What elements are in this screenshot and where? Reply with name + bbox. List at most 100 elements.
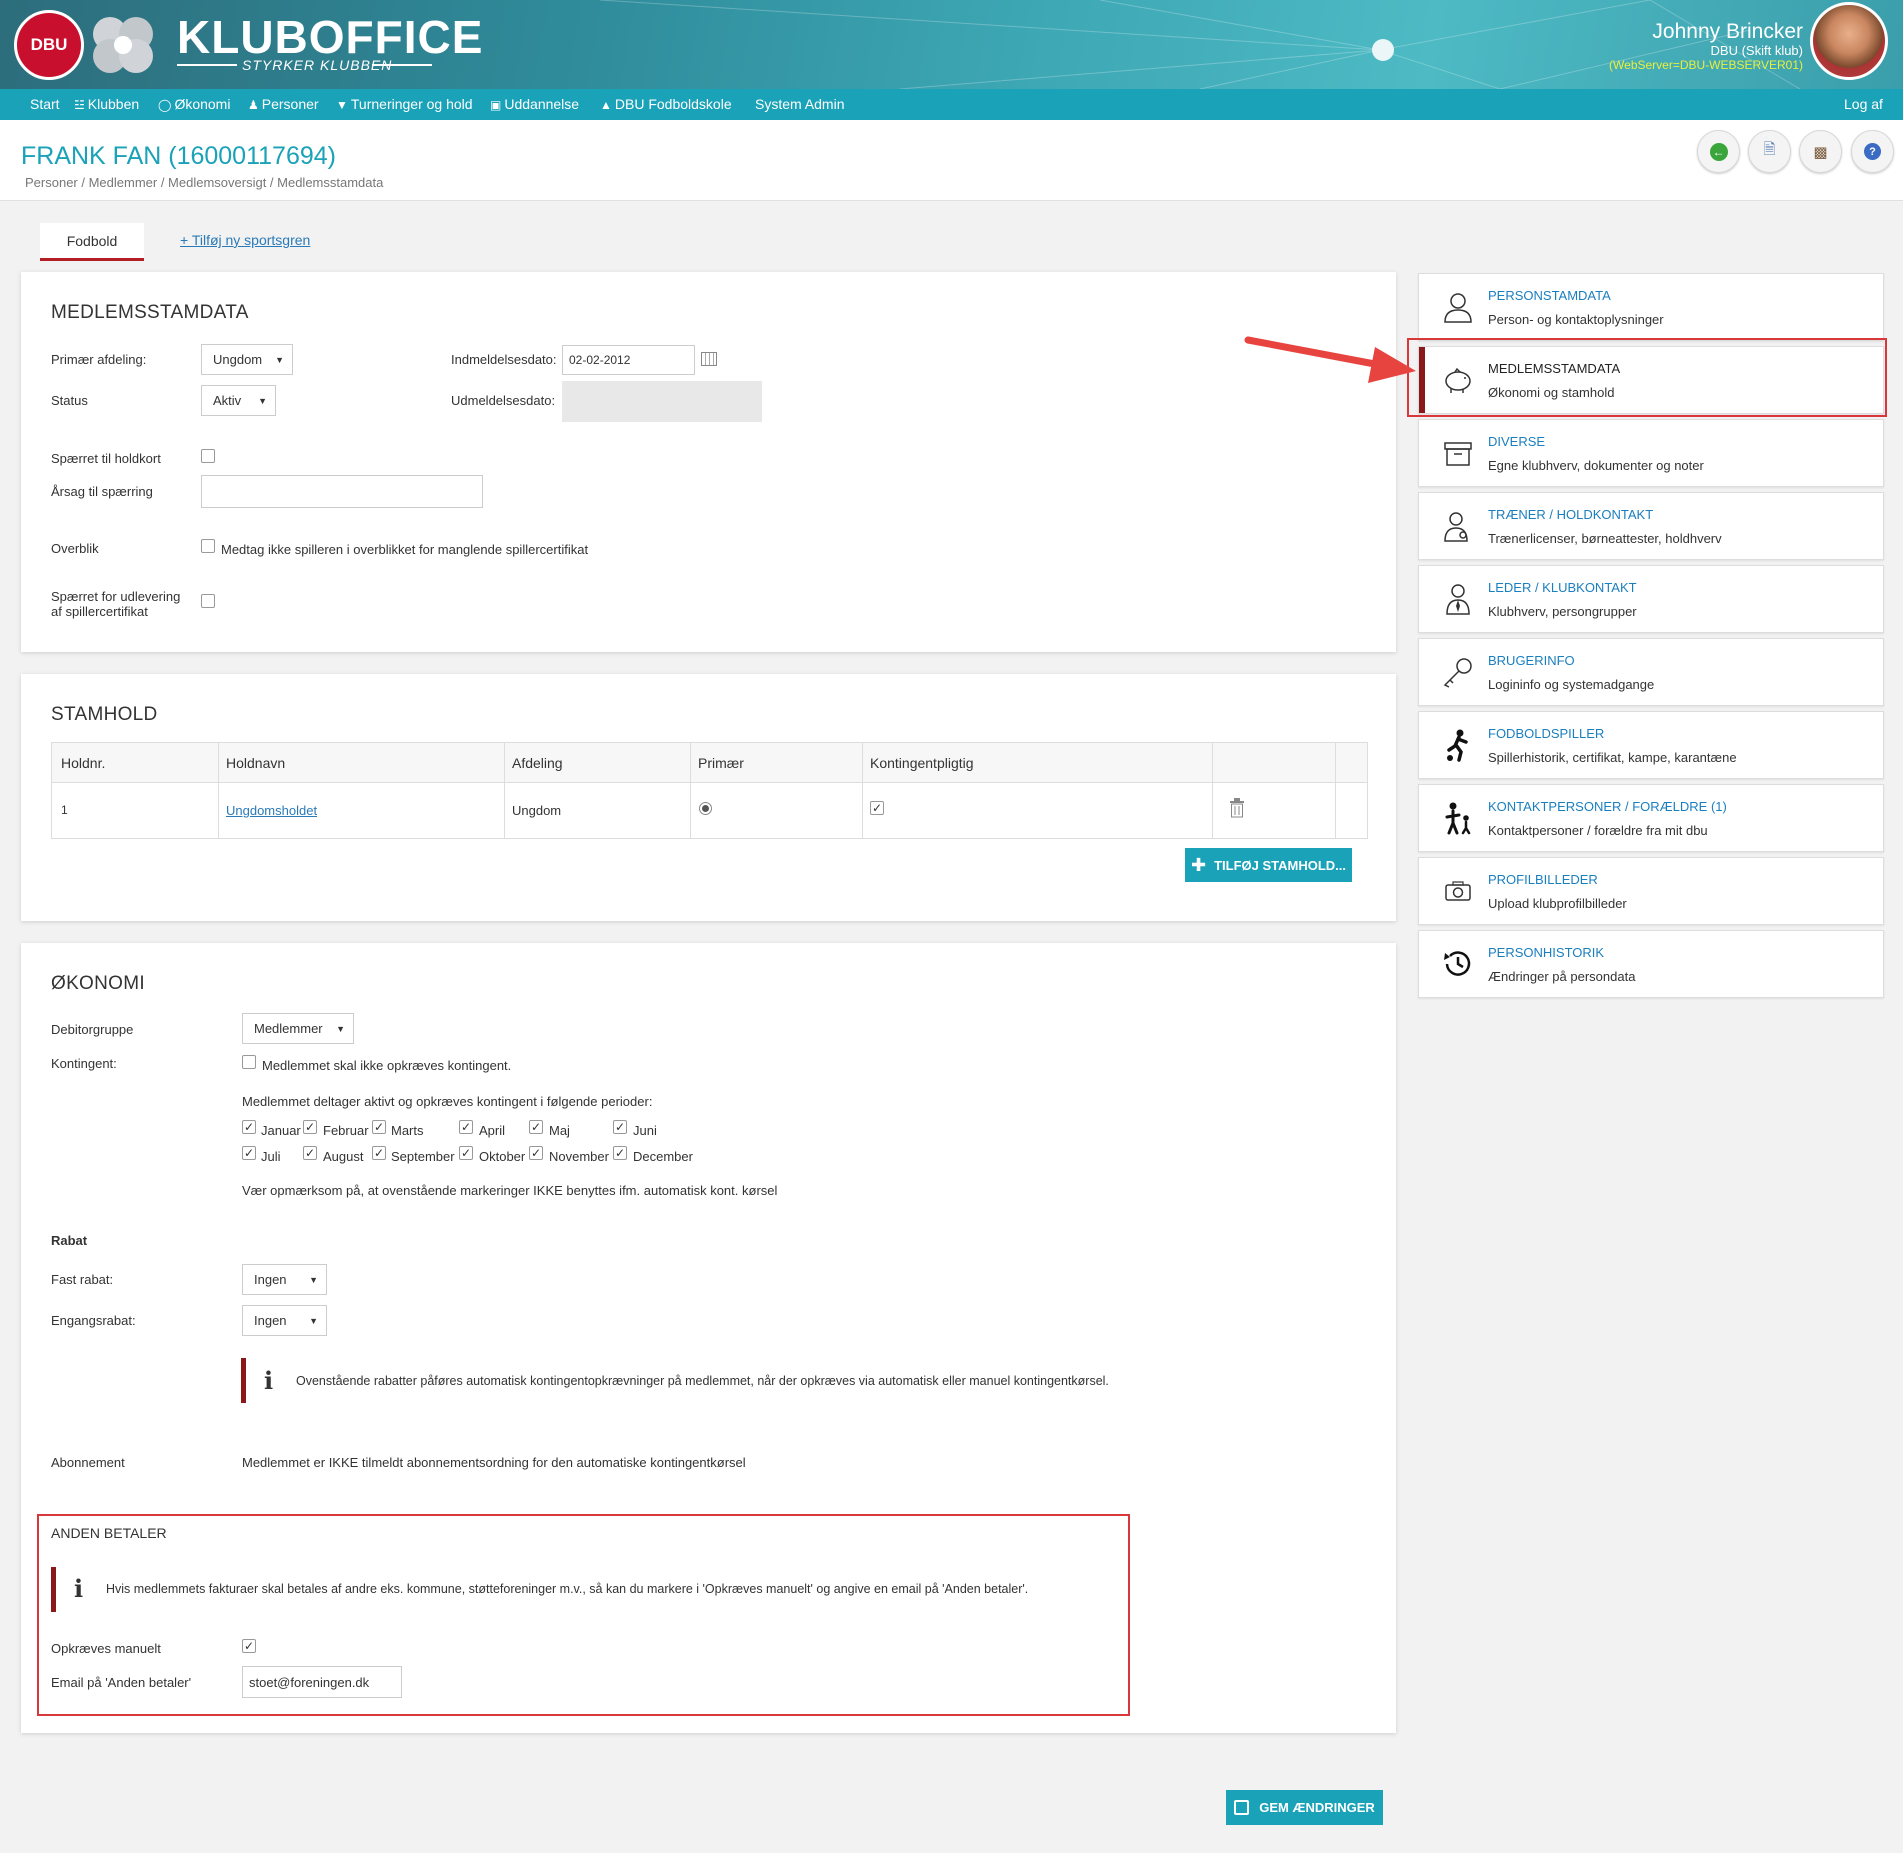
parent-child-icon — [1445, 802, 1471, 835]
sidebar-item-personstamdata[interactable]: PERSONSTAMDATA Person- og kontaktoplysni… — [1418, 273, 1884, 341]
col-holdnr: Holdnr. — [61, 755, 106, 771]
sidebar-item-brugerinfo[interactable]: BRUGERINFO Logininfo og systemadgange — [1418, 638, 1884, 706]
sidebar-item-traener[interactable]: TRÆNER / HOLDKONTAKT Trænerlicenser, bør… — [1418, 492, 1884, 560]
switch-club-link[interactable]: DBU (Skift klub) — [1711, 43, 1803, 58]
app-brand: KLUBOFFICE — [177, 11, 484, 63]
stamhold-table: Holdnr. Holdnavn Afdeling Primær Konting… — [51, 742, 1368, 839]
rabat-info-text: Ovenstående rabatter påføres automatisk … — [296, 1374, 1109, 1388]
calendar-icon[interactable] — [701, 352, 717, 366]
main-navigation: Start ☳ Klubben ◯ Økonomi ♟ Personer ▼ Turne… — [0, 89, 1903, 120]
sidebar-item-profilbilleder[interactable]: PROFILBILLEDER Upload klubprofilbilleder — [1418, 857, 1884, 925]
col-afdeling: Afdeling — [512, 755, 563, 771]
row-afdeling: Ungdom — [512, 803, 562, 818]
breadcrumb[interactable]: Personer / Medlemmer / Medlemsoversigt /… — [25, 175, 383, 190]
month-checkbox[interactable]: ✓ — [529, 1120, 543, 1134]
join-date-input[interactable]: 02-02-2012 — [562, 345, 695, 375]
email-label: Email på 'Anden betaler' — [51, 1675, 192, 1690]
app-tagline: STYRKER KLUBBEN — [242, 57, 393, 73]
month-checkbox[interactable]: ✓ — [372, 1146, 386, 1160]
person-icon — [1444, 293, 1472, 323]
month-checkbox[interactable]: ✓ — [459, 1146, 473, 1160]
trash-icon[interactable] — [1229, 798, 1245, 818]
camera-icon — [1445, 881, 1471, 901]
trophy-icon: ▼ — [336, 98, 348, 112]
month-checkbox[interactable]: ✓ — [529, 1146, 543, 1160]
history-icon — [1444, 951, 1471, 976]
add-stamhold-button[interactable]: ✚ TILFØJ STAMHOLD... — [1185, 848, 1352, 882]
person-icon: ♟ — [248, 98, 259, 112]
logout-link[interactable]: Log af — [1844, 89, 1883, 120]
status-select[interactable]: Aktiv ▼ — [201, 385, 276, 416]
cert-block-checkbox[interactable] — [201, 594, 215, 608]
month-label: Maj — [549, 1123, 570, 1138]
block-checkbox[interactable] — [201, 449, 215, 463]
nav-personer[interactable]: ♟ Personer — [248, 89, 319, 120]
board-icon: ▣ — [490, 98, 502, 112]
print-button[interactable]: ▩ — [1799, 130, 1842, 173]
document-button[interactable]: 🗎 — [1748, 130, 1791, 173]
abonnement-text: Medlemmet er IKKE tilmeldt abonnementsor… — [242, 1455, 746, 1470]
primary-dept-select[interactable]: Ungdom ▼ — [201, 344, 293, 375]
month-checkbox[interactable]: ✓ — [613, 1120, 627, 1134]
debitor-select[interactable]: Medlemmer ▼ — [242, 1013, 354, 1044]
overview-label: Overblik — [51, 541, 99, 556]
month-checkbox[interactable]: ✓ — [459, 1120, 473, 1134]
nav-start[interactable]: Start — [30, 89, 60, 120]
month-checkbox[interactable]: ✓ — [242, 1146, 256, 1160]
user-avatar[interactable] — [1810, 2, 1888, 80]
team-link[interactable]: Ungdomsholdet — [226, 803, 317, 818]
floppy-icon — [1234, 1800, 1250, 1815]
nav-system-admin[interactable]: System Admin — [755, 89, 844, 120]
col-holdnavn: Holdnavn — [226, 755, 286, 771]
month-checkbox[interactable]: ✓ — [303, 1120, 317, 1134]
no-kontingent-checkbox[interactable] — [242, 1055, 256, 1069]
month-checkbox[interactable]: ✓ — [303, 1146, 317, 1160]
tab-fodbold[interactable]: Fodbold — [40, 223, 144, 261]
sidebar-item-kontaktpersoner[interactable]: KONTAKTPERSONER / FORÆLDRE (1) Kontaktpe… — [1418, 784, 1884, 852]
nav-klubben[interactable]: ☳ Klubben — [74, 89, 139, 120]
sidebar-item-fodboldspiller[interactable]: FODBOLDSPILLER Spillerhistorik, certifik… — [1418, 711, 1884, 779]
reason-input[interactable] — [201, 475, 483, 508]
month-checkbox[interactable]: ✓ — [372, 1120, 386, 1134]
month-checkbox[interactable]: ✓ — [613, 1146, 627, 1160]
save-button[interactable]: GEM ÆNDRINGER — [1226, 1790, 1383, 1825]
email-input[interactable]: stoet@foreningen.dk — [242, 1666, 402, 1698]
join-date-label: Indmeldelsesdato: — [451, 352, 557, 367]
primary-dept-label: Primær afdeling: — [51, 352, 147, 367]
due-checkbox[interactable]: ✓ — [870, 801, 884, 815]
add-sport-link[interactable]: + Tilføj ny sportsgren — [180, 232, 310, 248]
nav-okonomi[interactable]: ◯ Økonomi — [158, 89, 230, 120]
month-checkbox[interactable]: ✓ — [242, 1120, 256, 1134]
fast-rabat-select[interactable]: Ingen ▼ — [242, 1264, 327, 1295]
col-kontingentpligtig: Kontingentpligtig — [870, 755, 974, 771]
back-button[interactable]: ← — [1697, 130, 1740, 173]
sidebar-item-leder[interactable]: LEDER / KLUBKONTAKT Klubhverv, persongru… — [1418, 565, 1884, 633]
nav-fodboldskole[interactable]: ▲ DBU Fodboldskole — [600, 89, 732, 120]
coin-icon: ◯ — [158, 98, 172, 112]
sidebar-item-personhistorik[interactable]: PERSONHISTORIK Ændringer på persondata — [1418, 930, 1884, 998]
month-label: September — [391, 1149, 455, 1164]
engangsrabat-label: Engangsrabat: — [51, 1313, 136, 1328]
month-label: Februar — [323, 1123, 369, 1138]
manual-checkbox[interactable]: ✓ — [242, 1639, 256, 1653]
tagline-rule — [177, 64, 237, 66]
tagline-rule — [372, 64, 432, 66]
arrow-left-icon: ← — [1709, 142, 1728, 161]
help-button[interactable]: ? — [1851, 130, 1894, 173]
leader-icon — [1446, 584, 1470, 615]
engangsrabat-select[interactable]: Ingen ▼ — [242, 1305, 327, 1336]
dbu-logo[interactable]: DBU — [14, 10, 84, 80]
overview-checkbox[interactable] — [201, 539, 215, 553]
fast-rabat-label: Fast rabat: — [51, 1272, 114, 1287]
kontingent-label: Kontingent: — [51, 1056, 117, 1071]
user-name: Johnny Brincker — [1652, 20, 1803, 43]
annotation-arrow-icon — [1244, 336, 1416, 383]
sidebar-item-diverse[interactable]: DIVERSE Egne klubhverv, dokumenter og no… — [1418, 419, 1884, 487]
nav-turneringer[interactable]: ▼ Turneringer og hold — [336, 89, 473, 120]
row-holdnr: 1 — [61, 803, 68, 817]
primary-radio[interactable] — [699, 802, 712, 815]
nav-uddannelse[interactable]: ▣ Uddannelse — [490, 89, 579, 120]
dropdown-arrow-icon: ▼ — [336, 1023, 345, 1034]
cert-block-label-1: Spærret for udlevering — [51, 589, 181, 604]
periods-text: Medlemmet deltager aktivt og opkræves ko… — [242, 1094, 653, 1109]
